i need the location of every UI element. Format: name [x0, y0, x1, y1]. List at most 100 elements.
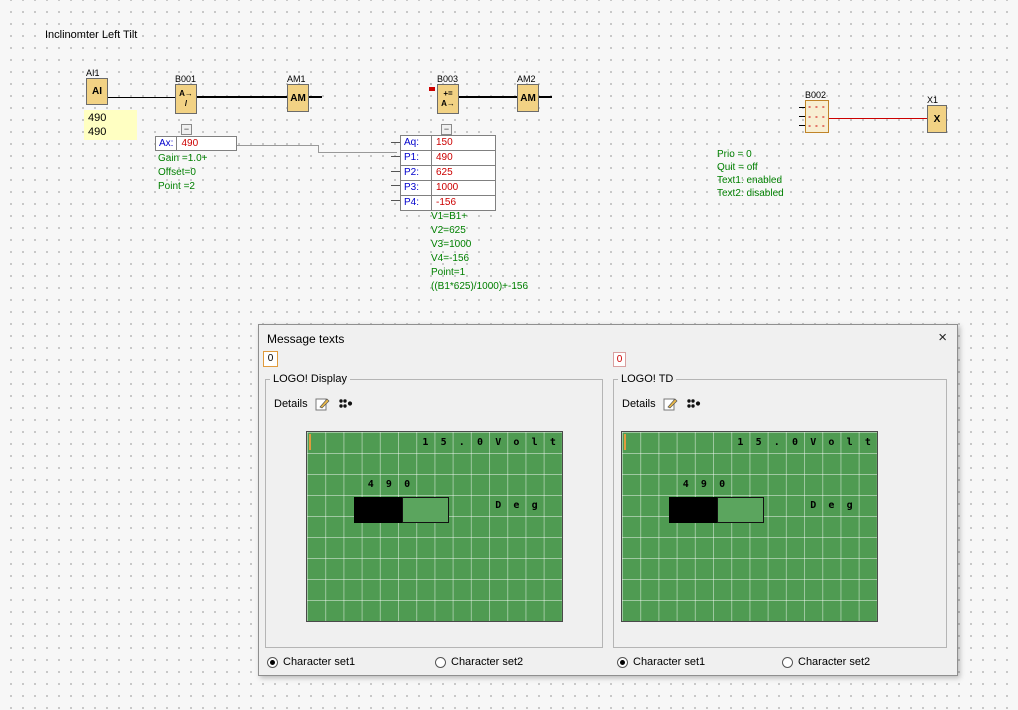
block-text-b001-line1: A→: [179, 89, 193, 99]
radio-td-charset2[interactable]: Character set2: [782, 656, 870, 668]
block-b001[interactable]: B001 A→ /: [175, 84, 197, 114]
block-label-b003: B003: [437, 74, 458, 84]
group-legend-display: LOGO! Display: [270, 373, 350, 385]
param-row-value: 625: [432, 166, 495, 180]
details-label: Details: [622, 398, 656, 410]
lcd-char: 1: [416, 432, 434, 453]
wire-b003-am2: [459, 96, 517, 98]
lcd-char: D: [489, 495, 507, 516]
block-text-ai1: AI: [92, 86, 102, 97]
lcd-char: 9: [695, 474, 713, 495]
lcd-char: e: [822, 495, 840, 516]
special-characters-icon[interactable]: [338, 398, 353, 410]
param-pin-tick: [391, 142, 400, 143]
radio-display-charset2[interactable]: Character set2: [435, 656, 523, 668]
ai1-value-2: 490: [88, 125, 137, 139]
lcd-char: 0: [786, 432, 804, 453]
b001-param-box[interactable]: Ax: 490: [155, 136, 237, 151]
lcd-char: 0: [471, 432, 489, 453]
wire-am1-out: [309, 96, 322, 98]
lcd-cursor: [309, 434, 311, 450]
param-note: Point =2: [158, 181, 195, 192]
message-texts-dialog: Message texts × 0 0 LOGO! Display Detail…: [258, 324, 958, 676]
bargraph-filled: [354, 497, 402, 523]
radio-td-charset1[interactable]: Character set1: [617, 656, 705, 668]
param-note: Text1: enabled: [717, 175, 782, 186]
block-b002[interactable]: B002 - - - - - - - - -: [805, 100, 829, 133]
collapse-button-b003[interactable]: [441, 124, 452, 135]
lcd-char: D: [804, 495, 822, 516]
wire-ai1-b001: [108, 97, 175, 98]
wire-am2-out: [539, 96, 552, 98]
lcd-char: l: [526, 432, 544, 453]
ai1-value-readout: 490 490: [84, 110, 137, 140]
radio-icon: [435, 657, 446, 668]
b003-param-table[interactable]: Aq: 150 P1: 490 P2: 625 P3: 1000 P4: -15…: [400, 135, 496, 211]
block-x1[interactable]: X1 X: [927, 105, 947, 133]
lcd-char: o: [822, 432, 840, 453]
param-row[interactable]: Aq: 150: [401, 136, 495, 151]
param-row[interactable]: P2: 625: [401, 166, 495, 181]
lcd-char: 5: [435, 432, 453, 453]
block-b003[interactable]: B003 += A→: [437, 84, 459, 114]
collapse-button-b001[interactable]: [181, 124, 192, 135]
bargraph-empty: [717, 497, 764, 523]
param-row-label: P4:: [401, 196, 432, 210]
logo-td-group: LOGO! TD Details 15.0Volt490Deg: [613, 373, 947, 648]
lcd-display[interactable]: 15.0Volt490Deg: [306, 431, 563, 622]
edit-icon[interactable]: [663, 397, 679, 411]
lcd-char: 0: [713, 474, 731, 495]
lcd-char: o: [507, 432, 525, 453]
lcd-char: t: [544, 432, 562, 453]
bargraph-filled: [669, 497, 717, 523]
lcd-display[interactable]: 15.0Volt490Deg: [621, 431, 878, 622]
lcd-char: g: [526, 495, 544, 516]
param-note: Text2: disabled: [717, 188, 784, 199]
param-note: Gain =1.0+: [158, 153, 207, 164]
block-am1[interactable]: AM1 AM: [287, 84, 309, 112]
block-ai1[interactable]: AI1 AI: [86, 78, 108, 105]
block-label-am2: AM2: [517, 74, 536, 84]
param-row-value: 490: [432, 151, 495, 165]
radio-icon: [267, 657, 278, 668]
b001-param-label: Ax:: [156, 137, 177, 150]
param-row[interactable]: P4: -156: [401, 196, 495, 210]
close-icon[interactable]: ×: [938, 329, 947, 346]
wire-param-ref-h1: [237, 145, 318, 146]
wire-b002-x1: [829, 118, 927, 119]
unconnected-input-marker: [429, 87, 435, 91]
block-label-x1: X1: [927, 95, 938, 105]
param-note: ((B1*625)/1000)+-156: [431, 281, 528, 292]
special-characters-icon[interactable]: [686, 398, 701, 410]
param-note: V2=625: [431, 225, 466, 236]
param-pin-tick: [391, 171, 400, 172]
param-row-value: 1000: [432, 181, 495, 195]
bargraph-empty: [402, 497, 449, 523]
lcd-char: 5: [750, 432, 768, 453]
b002-pin-row: - - -: [808, 103, 825, 111]
diagram-title: Inclinomter Left Tilt: [45, 29, 137, 41]
lcd-char: 9: [380, 474, 398, 495]
lcd-char: g: [841, 495, 859, 516]
lcd-char: .: [768, 432, 786, 453]
lcd-char: t: [859, 432, 877, 453]
param-row[interactable]: P1: 490: [401, 151, 495, 166]
page-tab-display[interactable]: 0: [263, 351, 278, 367]
param-row-label: Aq:: [401, 136, 432, 150]
details-toolbar: Details: [622, 397, 701, 411]
wire-param-ref-h2: [318, 152, 397, 153]
block-text-b003-line2: A→: [441, 99, 455, 109]
param-row-value: 150: [432, 136, 495, 150]
b002-pin-row: - - -: [808, 113, 825, 121]
block-text-am2: AM: [520, 93, 536, 104]
param-row[interactable]: P3: 1000: [401, 181, 495, 196]
param-note: V1=B1+: [431, 211, 467, 222]
block-label-b001: B001: [175, 74, 196, 84]
param-row-label: P2:: [401, 166, 432, 180]
edit-icon[interactable]: [315, 397, 331, 411]
lcd-char: l: [841, 432, 859, 453]
radio-label: Character set2: [451, 656, 523, 668]
block-am2[interactable]: AM2 AM: [517, 84, 539, 112]
page-tab-td[interactable]: 0: [613, 352, 626, 367]
radio-display-charset1[interactable]: Character set1: [267, 656, 355, 668]
